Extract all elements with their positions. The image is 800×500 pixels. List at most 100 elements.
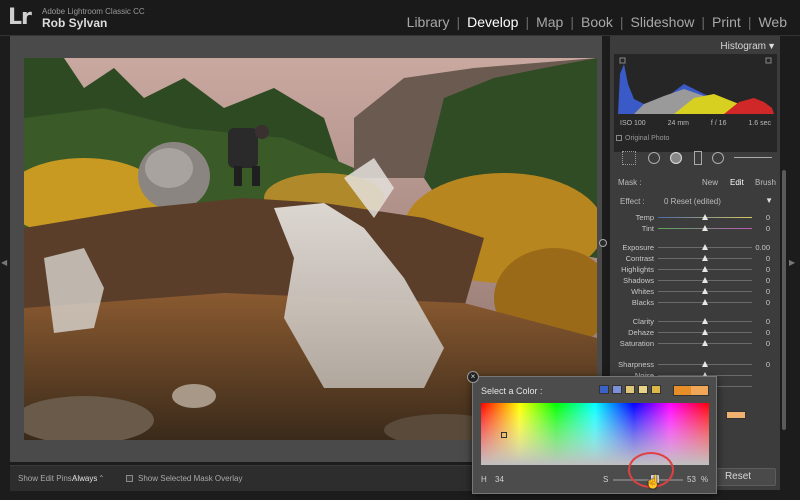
slider-value[interactable]: 0 bbox=[766, 298, 770, 307]
graduated-filter-icon[interactable] bbox=[694, 151, 702, 165]
slider-value[interactable]: 0 bbox=[766, 360, 770, 369]
picker-title: Select a Color : bbox=[481, 386, 543, 396]
slider-thumb[interactable] bbox=[702, 214, 708, 220]
slider-row-tint[interactable]: Tint 0 bbox=[610, 223, 780, 234]
right-panel-toggle-icon[interactable]: ▶ bbox=[789, 258, 799, 268]
effect-row: Effect : 0 Reset (edited) ▼ bbox=[614, 194, 777, 208]
slider-value[interactable]: 0 bbox=[766, 287, 770, 296]
slider-thumb[interactable] bbox=[702, 225, 708, 231]
slider-value[interactable]: 0 bbox=[766, 254, 770, 263]
slider-row-whites[interactable]: Whites 0 bbox=[610, 286, 780, 297]
color-swatch-selected[interactable] bbox=[726, 411, 746, 419]
slider-thumb[interactable] bbox=[702, 340, 708, 346]
slider-thumb[interactable] bbox=[702, 244, 708, 250]
slider-row-clarity[interactable]: Clarity 0 bbox=[610, 316, 780, 327]
slider-thumb[interactable] bbox=[702, 266, 708, 272]
slider-label: Highlights bbox=[621, 265, 654, 274]
slider-value[interactable]: 0 bbox=[766, 213, 770, 222]
saturation-value[interactable]: 53 bbox=[687, 475, 696, 484]
exif-info: ISO 100 24 mm f / 16 1.6 sec bbox=[614, 120, 777, 132]
slider-thumb[interactable] bbox=[702, 329, 708, 335]
slider-row-exposure[interactable]: Exposure 0.00 bbox=[610, 242, 780, 253]
slider-row-sharpness[interactable]: Sharpness 0 bbox=[610, 359, 780, 370]
slider-value[interactable]: 0 bbox=[766, 224, 770, 233]
swatch-1[interactable] bbox=[612, 385, 622, 394]
slider-row-dehaze[interactable]: Dehaze 0 bbox=[610, 327, 780, 338]
slider-row-saturation[interactable]: Saturation 0 bbox=[610, 338, 780, 349]
slider-value[interactable]: 0 bbox=[766, 265, 770, 274]
slider-row-contrast[interactable]: Contrast 0 bbox=[610, 253, 780, 264]
saturation-label: S bbox=[603, 475, 609, 484]
hue-label: H bbox=[481, 475, 487, 484]
slider-thumb[interactable] bbox=[702, 361, 708, 367]
mask-overlay-checkbox[interactable] bbox=[126, 475, 133, 482]
mask-edit-button[interactable]: Edit bbox=[730, 178, 744, 187]
original-photo-toggle[interactable]: Original Photo bbox=[616, 135, 669, 142]
panel-divider-handle[interactable] bbox=[599, 239, 607, 247]
module-picker: Library | Develop | Map | Book | Slidesh… bbox=[400, 14, 794, 30]
module-web[interactable]: Web bbox=[751, 14, 794, 30]
slider-label: Contrast bbox=[625, 254, 654, 263]
slider-row-shadows[interactable]: Shadows 0 bbox=[610, 275, 780, 286]
slider-thumb[interactable] bbox=[702, 255, 708, 261]
swatch-2[interactable] bbox=[625, 385, 635, 394]
slider-label: Blacks bbox=[631, 298, 654, 307]
histogram-title: Histogram bbox=[720, 41, 766, 52]
color-spectrum[interactable] bbox=[481, 403, 709, 465]
brush-tool-icon[interactable] bbox=[734, 157, 772, 158]
spot-removal-icon[interactable] bbox=[648, 152, 660, 164]
color-picker-popup: × Select a Color : H 34 S 53 % bbox=[467, 371, 717, 494]
module-slideshow[interactable]: Slideshow bbox=[624, 14, 702, 30]
slider-thumb[interactable] bbox=[702, 299, 708, 305]
slider-label: Shadows bbox=[623, 276, 654, 285]
slider-value[interactable]: 0.00 bbox=[755, 243, 770, 252]
lightroom-logo: Lr bbox=[8, 5, 32, 30]
focal-length: 24 mm bbox=[667, 120, 689, 127]
hue-value[interactable]: 34 bbox=[495, 475, 504, 484]
slider-value[interactable]: 0 bbox=[766, 339, 770, 348]
slider-value[interactable]: 0 bbox=[766, 328, 770, 337]
module-develop[interactable]: Develop bbox=[460, 14, 525, 30]
histogram-header[interactable]: Histogram ▼ bbox=[610, 38, 780, 54]
effect-collapse-icon[interactable]: ▼ bbox=[765, 196, 773, 205]
product-name: Adobe Lightroom Classic CC bbox=[42, 7, 145, 16]
close-icon[interactable]: × bbox=[467, 371, 479, 383]
module-library[interactable]: Library bbox=[400, 14, 457, 30]
slider-row-highlights[interactable]: Highlights 0 bbox=[610, 264, 780, 275]
shutter-speed: 1.6 sec bbox=[748, 120, 771, 127]
swatch-0[interactable] bbox=[599, 385, 609, 394]
mask-label: Mask : bbox=[618, 178, 642, 187]
iso-value: ISO 100 bbox=[620, 120, 646, 127]
develop-tool-strip bbox=[614, 148, 777, 170]
edit-pins-dropdown[interactable]: Always bbox=[72, 474, 97, 483]
slider-row-blacks[interactable]: Blacks 0 bbox=[610, 297, 780, 308]
spectrum-marker[interactable] bbox=[501, 432, 507, 438]
crop-tool-icon[interactable] bbox=[622, 151, 636, 165]
module-map[interactable]: Map bbox=[529, 14, 570, 30]
collapse-triangle-icon[interactable]: ▼ bbox=[767, 41, 776, 51]
mask-new-button[interactable]: New bbox=[702, 178, 718, 187]
original-photo-checkbox[interactable] bbox=[616, 135, 622, 142]
current-color-swatch[interactable] bbox=[673, 385, 709, 396]
swatch-3[interactable] bbox=[638, 385, 648, 394]
module-print[interactable]: Print bbox=[705, 14, 748, 30]
original-photo-label: Original Photo bbox=[625, 135, 670, 142]
swatch-4[interactable] bbox=[651, 385, 661, 394]
slider-thumb[interactable] bbox=[702, 318, 708, 324]
slider-label: Saturation bbox=[619, 339, 654, 348]
saturation-unit: % bbox=[701, 475, 709, 484]
slider-value[interactable]: 0 bbox=[766, 317, 770, 326]
module-book[interactable]: Book bbox=[574, 14, 620, 30]
red-eye-icon[interactable] bbox=[670, 152, 682, 164]
right-panel-scrollbar[interactable] bbox=[782, 170, 786, 430]
effect-preset-dropdown[interactable]: 0 Reset (edited) bbox=[664, 197, 721, 206]
slider-label: Exposure bbox=[622, 243, 654, 252]
slider-row-temp[interactable]: Temp 0 bbox=[610, 212, 780, 223]
slider-value[interactable]: 0 bbox=[766, 276, 770, 285]
slider-thumb[interactable] bbox=[702, 277, 708, 283]
mask-brush-button[interactable]: Brush bbox=[755, 178, 776, 187]
radial-filter-icon[interactable] bbox=[712, 152, 724, 164]
slider-label: Tint bbox=[641, 224, 654, 233]
aperture: f / 16 bbox=[710, 120, 727, 127]
slider-thumb[interactable] bbox=[702, 288, 708, 294]
